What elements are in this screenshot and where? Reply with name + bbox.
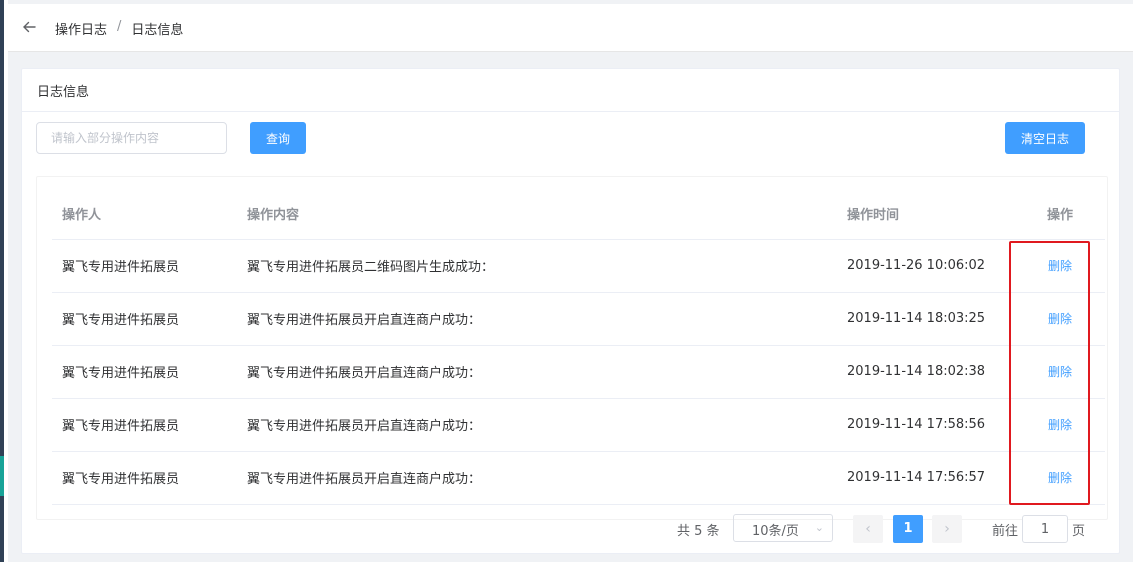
cell-time: 2019-11-14 17:58:56 xyxy=(837,398,1015,452)
breadcrumb: 操作日志 / 日志信息 xyxy=(55,19,183,38)
top-navbar: 操作日志 / 日志信息 xyxy=(8,4,1133,52)
page-size-select[interactable]: 10条/页 ⌄ xyxy=(733,514,833,542)
column-header-operator: 操作人 xyxy=(52,177,237,240)
log-info-card: 日志信息 查询 清空日志 操作人 操作内容 操作时间 操作 翼飞专用进件拓展员 … xyxy=(21,68,1120,554)
cell-time: 2019-11-14 18:02:38 xyxy=(837,345,1015,399)
cell-time: 2019-11-26 10:06:02 xyxy=(837,239,1015,293)
cell-time: 2019-11-14 17:56:57 xyxy=(837,451,1015,505)
delete-link[interactable]: 删除 xyxy=(1048,259,1072,273)
table-row: 翼飞专用进件拓展员 翼飞专用进件拓展员开启直连商户成功： 2019-11-14 … xyxy=(52,398,1105,452)
table-row: 翼飞专用进件拓展员 翼飞专用进件拓展员二维码图片生成成功： 2019-11-26… xyxy=(52,239,1105,293)
search-input[interactable] xyxy=(36,122,227,154)
cell-content: 翼飞专用进件拓展员开启直连商户成功： xyxy=(237,451,837,505)
cell-content: 翼飞专用进件拓展员开启直连商户成功： xyxy=(237,345,837,399)
pagination-total: 共 5 条 xyxy=(677,524,720,539)
goto-page-input[interactable] xyxy=(1022,515,1068,543)
pagination: 共 5 条 10条/页 ⌄ ‹ 1 › 前往 页 xyxy=(0,514,1133,544)
clear-log-button[interactable]: 清空日志 xyxy=(1005,122,1085,154)
log-table: 操作人 操作内容 操作时间 操作 翼飞专用进件拓展员 翼飞专用进件拓展员二维码图… xyxy=(36,176,1108,520)
page-unit-label: 页 xyxy=(1072,524,1086,539)
cell-operator: 翼飞专用进件拓展员 xyxy=(52,451,237,505)
cell-time: 2019-11-14 18:03:25 xyxy=(837,292,1015,346)
column-header-time: 操作时间 xyxy=(837,177,1015,240)
chevron-down-icon: ⌄ xyxy=(814,521,824,534)
table-row: 翼飞专用进件拓展员 翼飞专用进件拓展员开启直连商户成功： 2019-11-14 … xyxy=(52,345,1105,399)
delete-link[interactable]: 删除 xyxy=(1048,418,1072,432)
page-size-value: 10条/页 xyxy=(752,524,799,539)
breadcrumb-separator: / xyxy=(117,19,122,34)
cell-operator: 翼飞专用进件拓展员 xyxy=(52,398,237,452)
chevron-left-icon[interactable]: ‹ xyxy=(853,515,883,543)
table-header-row: 操作人 操作内容 操作时间 操作 xyxy=(52,177,1105,240)
delete-link[interactable]: 删除 xyxy=(1048,365,1072,379)
cell-operator: 翼飞专用进件拓展员 xyxy=(52,239,237,293)
sidebar-active-indicator xyxy=(0,456,4,496)
breadcrumb-item-operation-log[interactable]: 操作日志 xyxy=(55,19,107,38)
delete-link[interactable]: 删除 xyxy=(1048,471,1072,485)
sidebar-edge xyxy=(0,0,8,562)
cell-content: 翼飞专用进件拓展员开启直连商户成功： xyxy=(237,292,837,346)
cell-operator: 翼飞专用进件拓展员 xyxy=(52,292,237,346)
column-header-content: 操作内容 xyxy=(237,177,837,240)
chevron-right-icon[interactable]: › xyxy=(932,515,962,543)
cell-operator: 翼飞专用进件拓展员 xyxy=(52,345,237,399)
cell-content: 翼飞专用进件拓展员二维码图片生成成功： xyxy=(237,239,837,293)
page-number-button[interactable]: 1 xyxy=(893,515,923,543)
arrow-left-icon[interactable] xyxy=(20,18,38,36)
column-header-action: 操作 xyxy=(1015,177,1105,240)
table-row: 翼飞专用进件拓展员 翼飞专用进件拓展员开启直连商户成功： 2019-11-14 … xyxy=(52,451,1105,505)
query-button[interactable]: 查询 xyxy=(250,122,306,154)
delete-link[interactable]: 删除 xyxy=(1048,312,1072,326)
table-row: 翼飞专用进件拓展员 翼飞专用进件拓展员开启直连商户成功： 2019-11-14 … xyxy=(52,292,1105,346)
breadcrumb-item-log-info: 日志信息 xyxy=(131,23,184,38)
card-title: 日志信息 xyxy=(22,69,1119,112)
goto-label: 前往 xyxy=(992,524,1019,539)
cell-content: 翼飞专用进件拓展员开启直连商户成功： xyxy=(237,398,837,452)
